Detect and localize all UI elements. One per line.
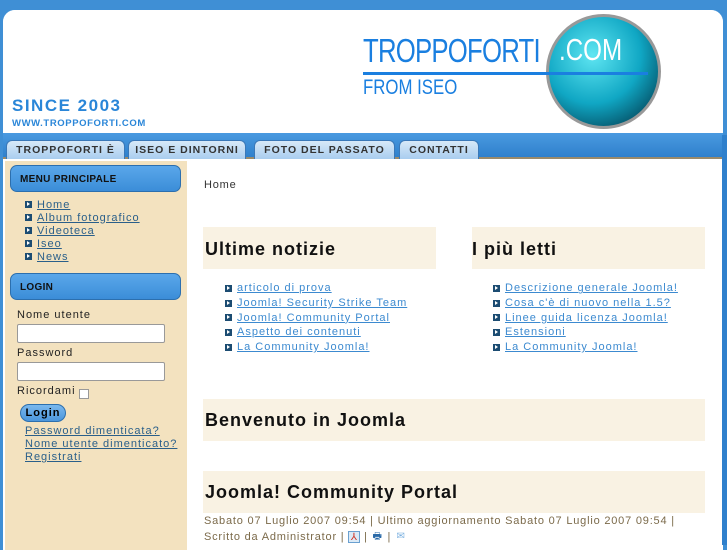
tab-troppoforti[interactable]: TROPPOFORTI È	[6, 140, 125, 159]
pdf-icon[interactable]: ⅄	[348, 531, 361, 544]
list-item[interactable]: La Community Joomla!	[225, 340, 407, 355]
bullet-icon	[25, 201, 32, 208]
header: SINCE 2003 WWW.TROPPOFORTI.COM TROPPOFOR…	[3, 10, 723, 133]
list-item[interactable]: articolo di prova	[225, 281, 407, 296]
since-text: SINCE 2003	[12, 96, 122, 115]
login-button[interactable]: Login	[20, 404, 66, 422]
bullet-icon	[25, 227, 32, 234]
bullet-icon	[225, 328, 232, 336]
article-link[interactable]: articolo di prova	[237, 282, 332, 294]
bullet-icon	[225, 314, 232, 322]
right-border	[722, 135, 727, 545]
sidebar: MENU PRINCIPALE Home Album fotografico V…	[5, 161, 187, 550]
article-link[interactable]: Aspetto dei contenuti	[237, 326, 361, 338]
bullet-icon	[25, 240, 32, 247]
logo-text: TROPPOFORTI	[363, 32, 541, 69]
popular-list: Descrizione generale Joomla! Cosa c'è di…	[493, 281, 678, 354]
article-link[interactable]: Joomla! Security Strike Team	[237, 297, 407, 309]
bullet-icon	[493, 314, 500, 322]
password-input[interactable]	[17, 362, 165, 381]
menu-item-iseo[interactable]: Iseo	[25, 237, 140, 250]
list-item[interactable]: Aspetto dei contenuti	[225, 325, 407, 340]
list-item[interactable]: Joomla! Security Strike Team	[225, 296, 407, 311]
login-links: Password dimenticata? Nome utente diment…	[25, 425, 177, 464]
menu-item-videoteca[interactable]: Videoteca	[25, 224, 140, 237]
bullet-icon	[493, 343, 500, 351]
remember-checkbox[interactable]	[79, 389, 89, 399]
logo-subtitle: FROM ISEO	[363, 76, 458, 99]
tab-foto-passato[interactable]: FOTO DEL PASSATO	[254, 140, 395, 159]
latest-news-title: Ultime notizie	[203, 227, 436, 269]
bullet-icon	[25, 214, 32, 221]
menu-item-home[interactable]: Home	[25, 198, 140, 211]
article-link[interactable]: La Community Joomla!	[237, 341, 370, 353]
menu-link[interactable]: Iseo	[37, 238, 62, 250]
menu-item-album[interactable]: Album fotografico	[25, 211, 140, 224]
forgot-username-link[interactable]: Nome utente dimenticato?	[25, 438, 177, 450]
bullet-icon	[493, 328, 500, 336]
article-link[interactable]: Cosa c'è di nuovo nella 1.5?	[505, 297, 671, 309]
latest-news-list: articolo di prova Joomla! Security Strik…	[225, 281, 407, 354]
bullet-icon	[493, 299, 500, 307]
tab-contatti[interactable]: CONTATTI	[399, 140, 479, 159]
popular-title: I più letti	[472, 227, 705, 269]
list-item[interactable]: Linee guida licenza Joomla!	[493, 310, 678, 325]
breadcrumb: Home	[204, 179, 237, 191]
username-label: Nome utente	[17, 309, 91, 321]
article-link[interactable]: Descrizione generale Joomla!	[505, 282, 678, 294]
print-icon[interactable]: 🖶	[372, 531, 384, 543]
list-item[interactable]: La Community Joomla!	[493, 340, 678, 355]
register-link[interactable]: Registrati	[25, 451, 81, 463]
article-link[interactable]: Estensioni	[505, 326, 566, 338]
welcome-title: Benvenuto in Joomla	[203, 399, 705, 441]
article-link[interactable]: Joomla! Community Portal	[237, 312, 390, 324]
menu-item-news[interactable]: News	[25, 250, 140, 263]
forgot-password-link[interactable]: Password dimenticata?	[25, 425, 160, 437]
email-icon[interactable]: ✉	[395, 531, 407, 543]
list-item[interactable]: Cosa c'è di nuovo nella 1.5?	[493, 296, 678, 311]
article-meta: Sabato 07 Luglio 2007 09:54 | Ultimo agg…	[204, 515, 675, 544]
menu-link[interactable]: Album fotografico	[37, 212, 140, 224]
main-content: Home Ultime notizie articolo di prova Jo…	[187, 161, 723, 550]
menu-link[interactable]: Home	[37, 199, 70, 211]
bullet-icon	[493, 284, 500, 292]
bullet-icon	[25, 253, 32, 260]
article-link[interactable]: La Community Joomla!	[505, 341, 638, 353]
menu-title: MENU PRINCIPALE	[10, 165, 181, 192]
logo-com: .COM	[559, 32, 623, 67]
tab-iseo-dintorni[interactable]: ISEO E DINTORNI	[128, 140, 246, 159]
site-logo[interactable]: TROPPOFORTI .COM FROM ISEO	[363, 14, 663, 132]
logo-underline	[363, 72, 648, 75]
menu-link[interactable]: News	[37, 251, 69, 263]
remember-label: Ricordami	[17, 385, 76, 397]
site-url: WWW.TROPPOFORTI.COM	[12, 118, 146, 129]
main-menu: Home Album fotografico Videoteca Iseo Ne…	[25, 198, 140, 263]
main-nav: TROPPOFORTI È ISEO E DINTORNI FOTO DEL P…	[3, 133, 723, 159]
menu-link[interactable]: Videoteca	[37, 225, 95, 237]
login-title: LOGIN	[10, 273, 181, 300]
article-title: Joomla! Community Portal	[203, 471, 705, 513]
article-link[interactable]: Linee guida licenza Joomla!	[505, 312, 668, 324]
password-label: Password	[17, 347, 74, 359]
bullet-icon	[225, 284, 232, 292]
list-item[interactable]: Estensioni	[493, 325, 678, 340]
list-item[interactable]: Joomla! Community Portal	[225, 310, 407, 325]
page: SINCE 2003 WWW.TROPPOFORTI.COM TROPPOFOR…	[3, 10, 723, 550]
bullet-icon	[225, 343, 232, 351]
article-meta-text: Sabato 07 Luglio 2007 09:54 | Ultimo agg…	[204, 515, 675, 543]
username-input[interactable]	[17, 324, 165, 343]
bullet-icon	[225, 299, 232, 307]
list-item[interactable]: Descrizione generale Joomla!	[493, 281, 678, 296]
